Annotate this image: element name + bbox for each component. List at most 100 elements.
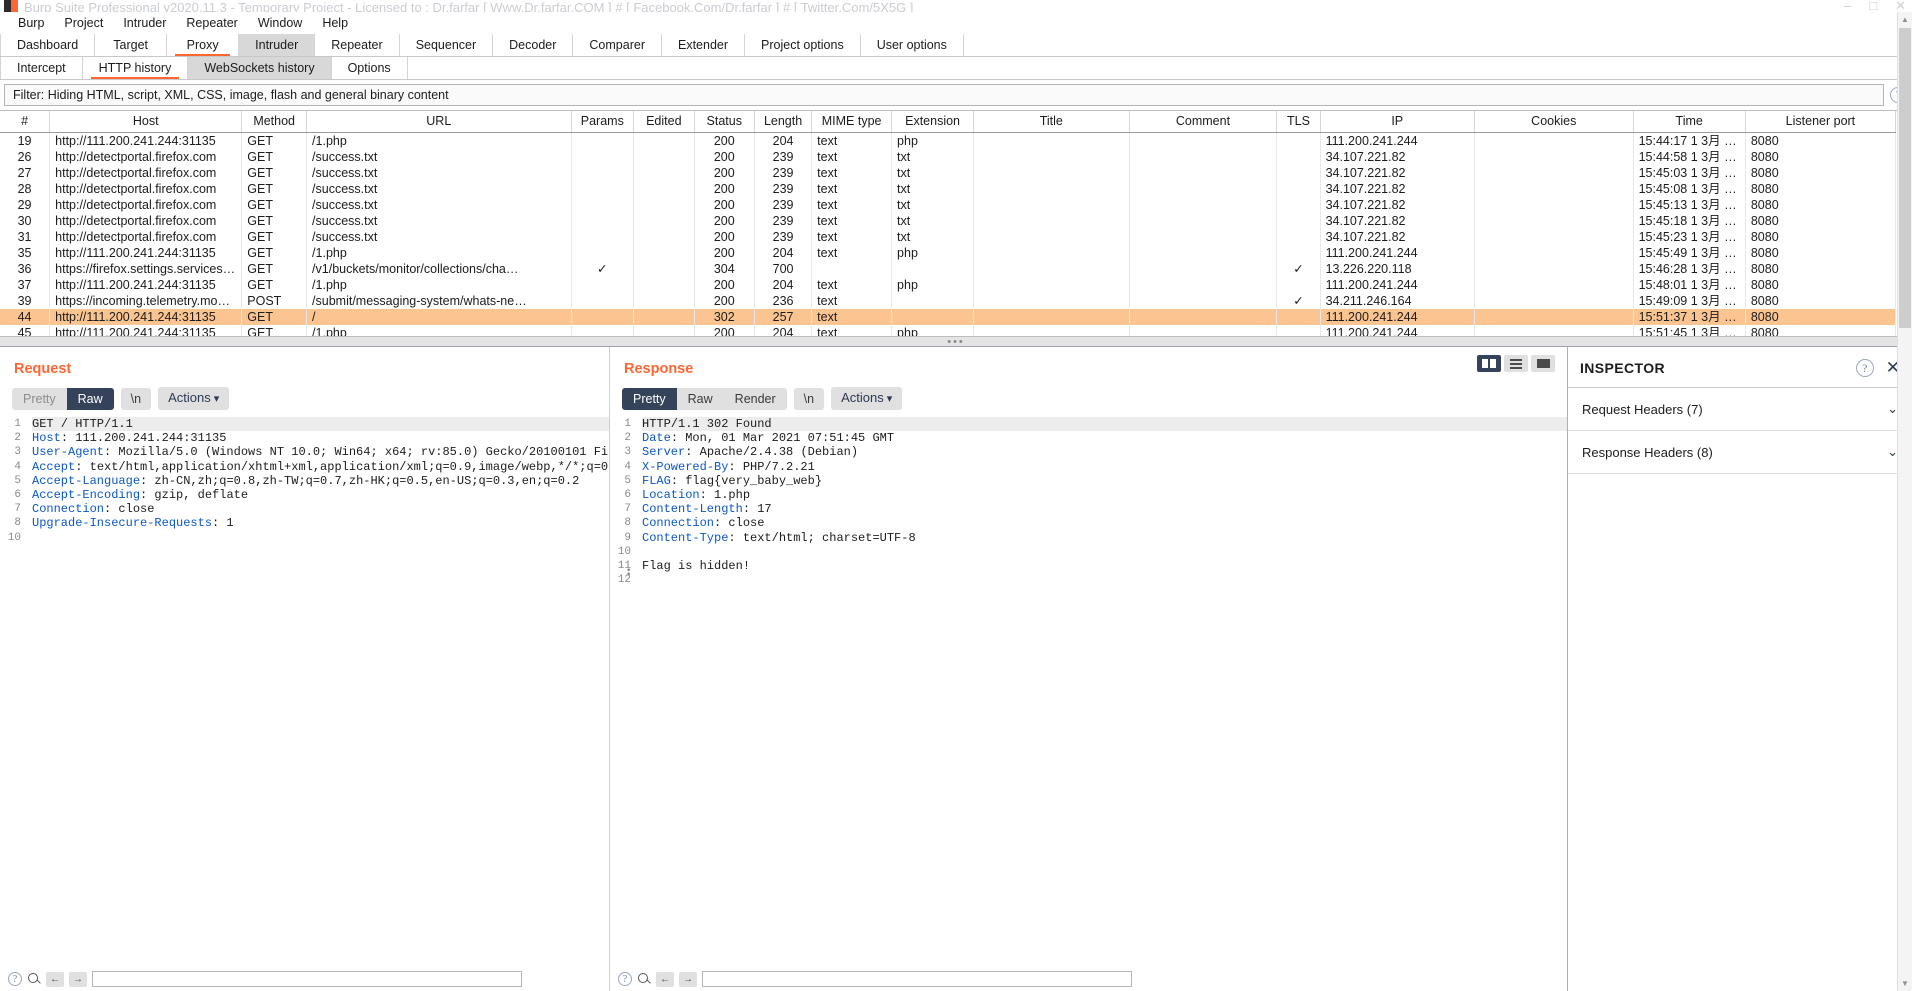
col-mime-type[interactable]: MIME type	[811, 111, 893, 133]
request-tab-raw[interactable]: Raw	[66, 387, 114, 410]
code-line: Content-Length: 17	[642, 502, 1567, 516]
cell-length: 204	[754, 276, 813, 293]
col-ip[interactable]: IP	[1320, 111, 1475, 133]
table-row[interactable]: 29 http://detectportal.firefox.com GET/suc…	[0, 196, 1897, 213]
col-extension[interactable]: Extension	[891, 111, 975, 133]
tab-sequencer[interactable]: Sequencer	[399, 34, 494, 56]
response-tab-render[interactable]: Render	[723, 387, 787, 410]
inspector-section-request-headers[interactable]: Request Headers (7) ⌄	[1568, 388, 1912, 431]
tab-decoder[interactable]: Decoder	[493, 34, 574, 56]
col-status[interactable]: Status	[694, 111, 755, 133]
cell-port: 8080	[1745, 292, 1897, 309]
cell-ip: 34.107.221.82	[1320, 180, 1475, 197]
menu-item-help[interactable]: Help	[312, 14, 358, 32]
cell-status: 304	[694, 260, 755, 277]
request-search-icon[interactable]	[27, 972, 41, 986]
response-code[interactable]: HTTP/1.1 302 Found Date: Mon, 01 Mar 2021…	[636, 417, 1567, 969]
cell-length: 239	[754, 196, 813, 213]
subtab-options[interactable]: Options	[331, 57, 408, 79]
subtab-websockets-history[interactable]: WebSockets history	[188, 57, 332, 79]
col-listener-port[interactable]: Listener port	[1745, 111, 1897, 133]
tab-comparer[interactable]: Comparer	[573, 34, 662, 56]
col-time[interactable]: Time	[1633, 111, 1746, 133]
request-actions-button[interactable]: Actions	[158, 387, 230, 410]
col-length[interactable]: Length	[754, 111, 813, 133]
table-row[interactable]: 35 http://111.200.241.244:31135 GET/1.php 2…	[0, 244, 1897, 261]
request-editor[interactable]: 1 2 3 4 5 6 7 8 10 GET / HTTP/1.1 Host: 111.200.2…	[0, 417, 609, 969]
code-line: User-Agent: Mozilla/5.0 (Windows NT 10.0…	[32, 445, 609, 459]
tab-repeater[interactable]: Repeater	[315, 34, 400, 56]
request-code[interactable]: GET / HTTP/1.1 Host: 111.200.241.244:3113…	[26, 417, 609, 969]
cell-status: 200	[694, 132, 755, 149]
request-next-match-button[interactable]: →	[69, 971, 87, 987]
table-row[interactable]: 36 https://firefox.settings.services… GET /…	[0, 260, 1897, 277]
cell-ip: 34.107.221.82	[1320, 196, 1475, 213]
col-title[interactable]: Title	[973, 111, 1130, 133]
table-row[interactable]: 27 http://detectportal.firefox.com GET/suc…	[0, 164, 1897, 181]
menu-item-window[interactable]: Window	[248, 14, 312, 32]
response-search-input[interactable]	[702, 971, 1132, 987]
tab-user-options[interactable]: User options	[860, 34, 964, 56]
request-tab-pretty[interactable]: Pretty	[12, 387, 67, 410]
col-comment[interactable]: Comment	[1129, 111, 1278, 133]
inspector-help-icon[interactable]: ?	[1855, 359, 1874, 377]
table-row[interactable]: 44 http://111.200.241.244:31135 GET/ 302 257…	[0, 308, 1897, 325]
rows-view-icon[interactable]	[1504, 355, 1528, 372]
close-button[interactable]: ✕	[1895, 0, 1906, 12]
response-editor[interactable]: 1 2 3 4 5 6 7 8 9 10 11 12 HTTP/1.1 302 Found Date: …	[610, 417, 1567, 969]
col-edited[interactable]: Edited	[633, 111, 695, 133]
horizontal-splitter[interactable]: •••	[0, 336, 1912, 347]
menu-item-burp[interactable]: Burp	[8, 14, 54, 32]
minimize-button[interactable]: –	[1844, 0, 1851, 12]
subtab-http-history[interactable]: HTTP history	[82, 57, 189, 79]
table-row[interactable]: 28 http://detectportal.firefox.com GET/suc…	[0, 180, 1897, 197]
tab-target[interactable]: Target	[95, 34, 168, 56]
col-params[interactable]: Params	[571, 111, 635, 133]
col-cookies[interactable]: Cookies	[1474, 111, 1634, 133]
filter-bar[interactable]: Filter: Hiding HTML, script, XML, CSS, i…	[4, 84, 1884, 106]
col-host[interactable]: Host	[49, 111, 243, 133]
table-row[interactable]: 30 http://detectportal.firefox.com GET/suc…	[0, 212, 1897, 229]
col-num[interactable]: #	[0, 111, 51, 133]
table-row[interactable]: 26 http://detectportal.firefox.com GET/suc…	[0, 148, 1897, 165]
col-method[interactable]: Method	[241, 111, 308, 133]
menu-item-intruder[interactable]: Intruder	[113, 14, 176, 32]
single-view-icon[interactable]	[1531, 355, 1555, 372]
response-search-icon[interactable]	[637, 972, 651, 986]
window-scrollbar-thumb[interactable]	[1899, 28, 1911, 328]
request-prev-match-button[interactable]: ←	[46, 971, 64, 987]
request-help-icon[interactable]: ?	[8, 972, 22, 986]
response-help-icon[interactable]: ?	[618, 972, 632, 986]
subtab-intercept[interactable]: Intercept	[0, 57, 83, 79]
col-url[interactable]: URL	[306, 111, 572, 133]
request-search-input[interactable]	[92, 971, 522, 987]
table-row[interactable]: 45 http://111.200.241.244:31135 GET/1.php 2…	[0, 324, 1897, 336]
tab-proxy[interactable]: Proxy	[167, 34, 240, 56]
tab-dashboard[interactable]: Dashboard	[0, 34, 96, 56]
table-row[interactable]: 37 http://111.200.241.244:31135 GET/1.php 2…	[0, 276, 1897, 293]
table-row[interactable]: 31 http://detectportal.firefox.com GET/suc…	[0, 228, 1897, 245]
response-tab-pretty[interactable]: Pretty	[622, 387, 677, 410]
tab-extender[interactable]: Extender	[661, 34, 746, 56]
window-scrollbar[interactable]: ▲ ▼	[1897, 12, 1912, 991]
table-row[interactable]: 19 http://111.200.241.244:31135 GET/1.php 2…	[0, 132, 1897, 149]
cell-ip: 111.200.241.244	[1320, 244, 1475, 261]
response-actions-button[interactable]: Actions	[831, 387, 903, 410]
cell-ext	[891, 308, 975, 325]
response-prev-match-button[interactable]: ←	[656, 971, 674, 987]
menu-item-repeater[interactable]: Repeater	[176, 14, 247, 32]
menu-item-project[interactable]: Project	[54, 14, 113, 32]
table-row[interactable]: 39 https://incoming.telemetry.mo… POST/sub…	[0, 292, 1897, 309]
tab-project-options[interactable]: Project options	[745, 34, 861, 56]
tab-intruder[interactable]: Intruder	[239, 34, 316, 56]
inspector-section-response-headers[interactable]: Response Headers (8) ⌄	[1568, 431, 1912, 474]
scroll-down-icon[interactable]: ▼	[1898, 976, 1912, 991]
split-view-icon[interactable]	[1477, 355, 1501, 372]
response-tab-raw[interactable]: Raw	[676, 387, 724, 410]
response-next-match-button[interactable]: →	[679, 971, 697, 987]
request-newline-button[interactable]: \n	[120, 387, 152, 410]
response-newline-button[interactable]: \n	[793, 387, 825, 410]
scroll-up-icon[interactable]: ▲	[1898, 12, 1912, 27]
col-tls[interactable]: TLS	[1276, 111, 1321, 133]
maximize-button[interactable]: □	[1869, 0, 1877, 12]
